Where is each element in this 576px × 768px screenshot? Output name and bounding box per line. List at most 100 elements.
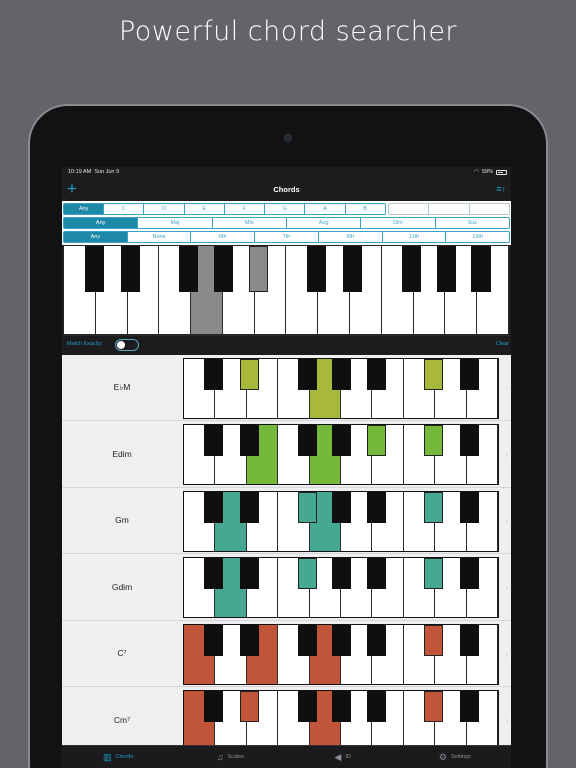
black-key (239, 359, 259, 390)
tab-scales[interactable]: ♫ Scales (174, 746, 286, 768)
root-option[interactable]: A (305, 204, 346, 214)
black-key (424, 558, 444, 590)
black-key (471, 246, 491, 292)
quality-option[interactable]: Any (64, 218, 139, 228)
chord-name: Gm (62, 488, 182, 553)
root-option[interactable]: F (225, 204, 266, 214)
black-key (459, 491, 479, 523)
piano-icon: ▥ (103, 751, 112, 762)
chord-row[interactable]: Gm › (62, 487, 511, 555)
chord-row[interactable]: E♭M › (62, 355, 511, 422)
toggle-knob (117, 341, 125, 349)
black-key (366, 558, 386, 590)
black-key (297, 359, 317, 390)
black-key (343, 246, 363, 292)
black-key (179, 246, 199, 292)
sort-icon[interactable]: ≡↑ (496, 184, 506, 194)
root-option[interactable]: B (346, 204, 385, 214)
root-option[interactable]: G (265, 204, 306, 214)
filter-panel: Any C D E F G A B Any Maj Min Aug Dim Sus Any None 6th… (62, 201, 511, 245)
quality-option[interactable]: Maj (138, 218, 213, 228)
match-toggle[interactable] (115, 339, 139, 351)
quality-option[interactable]: Aug (287, 218, 362, 228)
black-key (332, 690, 352, 722)
chord-name: C7 (62, 621, 182, 686)
match-label: Match Exactly: (67, 341, 103, 347)
gear-icon: ⚙ (438, 751, 447, 762)
chord-list: E♭M › Edim › Gm › Gdim › C 7 › Cm 7 › (62, 355, 511, 745)
extension-option[interactable]: 9th (319, 232, 383, 242)
tab-settings[interactable]: ⚙ Settings (399, 746, 511, 768)
black-key (424, 624, 444, 656)
root-option[interactable]: E (185, 204, 225, 214)
chord-row[interactable]: C 7 › (62, 620, 511, 687)
chord-label: Edim (112, 449, 132, 460)
chord-keyboard (183, 358, 499, 419)
extension-option[interactable]: 7th (255, 232, 319, 242)
chord-superscript: 7 (123, 650, 127, 657)
black-key (239, 624, 259, 656)
quality-option[interactable]: Sus (436, 218, 509, 228)
quality-option[interactable]: Dim (361, 218, 436, 228)
chord-keyboard (183, 557, 499, 619)
black-key (239, 558, 259, 590)
chord-label: Cm (113, 714, 128, 725)
black-key (332, 624, 352, 656)
root-option[interactable]: Any (64, 204, 105, 214)
scales-icon: ♫ (216, 752, 224, 762)
chevron-right-icon: › (505, 583, 508, 593)
battery-icon (496, 169, 507, 175)
black-key (297, 491, 317, 523)
black-key (366, 624, 386, 656)
selector-keyboard[interactable] (63, 245, 510, 335)
black-key (297, 690, 317, 722)
app-screen: 10:19 AM Sun Jun 9 ◠ 59% + Chords ≡↑ Any… (62, 167, 511, 768)
chord-label: Gm (115, 515, 129, 526)
status-bar: 10:19 AM Sun Jun 9 ◠ 59% (62, 167, 511, 179)
clear-button[interactable]: Clear (496, 341, 509, 347)
black-key (239, 491, 259, 523)
chord-name: Gdim (62, 554, 182, 619)
extension-option[interactable]: 11th (383, 232, 447, 242)
black-key (366, 359, 386, 390)
quality-filter: Any Maj Min Aug Dim Sus (63, 217, 510, 229)
accidental-option[interactable] (389, 204, 430, 214)
chord-row[interactable]: Edim › (62, 421, 511, 488)
black-key (204, 558, 224, 590)
accidental-option[interactable] (470, 204, 509, 214)
extension-option[interactable]: None (128, 232, 192, 242)
chord-keyboard (183, 424, 499, 486)
black-key (436, 246, 456, 292)
chord-row[interactable]: Cm 7 › (62, 686, 511, 745)
extension-option[interactable]: 6th (191, 232, 256, 242)
black-key (332, 425, 352, 457)
accidental-option[interactable] (429, 204, 470, 214)
chord-keyboard (183, 623, 499, 685)
black-key (332, 359, 352, 390)
tab-chords[interactable]: ▥ Chords (62, 746, 174, 768)
black-key (401, 246, 421, 292)
root-filter: Any C D E F G A B (63, 203, 386, 215)
chord-keyboard (183, 490, 499, 552)
black-key (204, 359, 224, 390)
extension-option[interactable]: 13th (446, 232, 509, 242)
chord-row[interactable]: Gdim › (62, 554, 511, 621)
black-key (204, 624, 224, 656)
black-key (297, 558, 317, 590)
chevron-right-icon: › (505, 715, 508, 725)
battery-percent: 59% (481, 169, 493, 175)
root-option[interactable]: D (144, 204, 185, 214)
black-key (459, 425, 479, 457)
chevron-right-icon: › (505, 649, 508, 659)
tab-id[interactable]: ◀ ID (287, 746, 399, 768)
extension-option[interactable]: Any (64, 232, 128, 242)
black-key (459, 359, 479, 390)
tab-label: Settings (450, 754, 471, 760)
chord-keyboard (183, 689, 499, 745)
status-right: ◠ 59% (474, 169, 507, 175)
accidental-filter (387, 203, 510, 215)
quality-option[interactable]: Min (213, 218, 287, 228)
black-key (204, 690, 224, 722)
chord-label: Gdim (111, 581, 133, 592)
root-option[interactable]: C (104, 204, 145, 214)
